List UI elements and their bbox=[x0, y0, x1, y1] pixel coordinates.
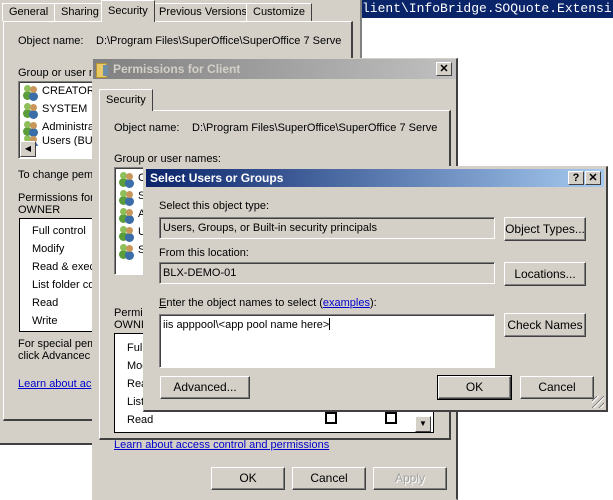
users-icon bbox=[23, 120, 39, 134]
learn-access-control-link[interactable]: Learn about ac bbox=[18, 378, 91, 390]
tab-security[interactable]: Security bbox=[101, 0, 155, 22]
user-name: Administra bbox=[42, 121, 94, 133]
deny-read-checkbox[interactable] bbox=[385, 412, 397, 424]
object-name-label: Object name: bbox=[114, 122, 180, 134]
advanced-button[interactable]: Advanced... bbox=[160, 376, 250, 399]
enter-names-label: Enter the object names to select (exampl… bbox=[159, 297, 377, 309]
object-name-value: D:\Program Files\SuperOffice\SuperOffice… bbox=[96, 35, 342, 47]
tab-customize[interactable]: Customize bbox=[246, 3, 312, 21]
close-button[interactable]: ✕ bbox=[436, 62, 452, 76]
permissions-for-label: Permissions for bbox=[18, 192, 94, 204]
apply-button: Apply bbox=[373, 467, 447, 490]
resize-grip[interactable] bbox=[592, 396, 604, 408]
tab-sharing[interactable]: Sharing bbox=[54, 3, 106, 21]
users-icon bbox=[119, 243, 135, 257]
permission-row: Read & exec bbox=[32, 261, 95, 273]
permission-row: List folder co bbox=[32, 279, 95, 291]
dialog-title: Select Users or Groups bbox=[150, 171, 284, 185]
scroll-down-button[interactable]: ▼ bbox=[415, 416, 431, 432]
tab-general[interactable]: General bbox=[2, 3, 56, 21]
enter-names-label-end: ): bbox=[369, 297, 377, 309]
location-field: BLX-DEMO-01 bbox=[159, 262, 495, 284]
object-type-field: Users, Groups, or Built-in security prin… bbox=[159, 217, 495, 239]
window-title: Permissions for Client bbox=[113, 62, 241, 76]
tab-security[interactable]: Security bbox=[99, 89, 153, 111]
users-icon bbox=[119, 171, 135, 185]
object-names-input[interactable]: iis apppool\<app pool name here> bbox=[159, 314, 495, 368]
console-output-line: lient\InfoBridge.SOQuote.Extensi bbox=[362, 0, 613, 18]
users-icon bbox=[119, 225, 135, 239]
special-permissions-text-line2: click Advancec bbox=[18, 350, 91, 362]
user-name: CREATOR bbox=[42, 85, 95, 97]
tab-previous-versions[interactable]: Previous Versions bbox=[152, 3, 255, 21]
cancel-button[interactable]: Cancel bbox=[520, 376, 594, 399]
users-icon bbox=[23, 102, 39, 116]
user-name: SYSTEM bbox=[42, 103, 88, 115]
special-permissions-text-line1: For special pem bbox=[18, 338, 97, 350]
allow-read-checkbox[interactable] bbox=[325, 412, 337, 424]
ok-button[interactable]: OK bbox=[211, 467, 285, 490]
users-icon bbox=[119, 189, 135, 203]
permissions-titlebar[interactable]: Permissions for Client ✕ bbox=[93, 59, 456, 79]
users-icon bbox=[23, 84, 39, 98]
permissions-for-owner: OWNER bbox=[18, 204, 61, 216]
text-caret bbox=[329, 318, 331, 330]
folder-icon bbox=[96, 62, 110, 78]
object-names-value: iis apppool\<app pool name here> bbox=[163, 319, 330, 331]
object-type-label: Select this object type: bbox=[159, 200, 270, 212]
object-types-button[interactable]: Object Types... bbox=[504, 217, 586, 241]
permission-row: Full control bbox=[32, 225, 86, 237]
enter-names-label-text: nter the object names to select ( bbox=[166, 297, 323, 309]
locations-button[interactable]: Locations... bbox=[504, 262, 586, 286]
permission-row: Read bbox=[32, 297, 59, 309]
change-permissions-text: To change pem bbox=[18, 169, 94, 181]
object-name-value: D:\Program Files\SuperOffice\SuperOffice… bbox=[192, 122, 438, 134]
object-name-label: Object name: bbox=[18, 35, 84, 47]
ok-button[interactable]: OK bbox=[437, 375, 512, 400]
examples-link[interactable]: examples bbox=[323, 297, 370, 309]
close-button[interactable]: ✕ bbox=[585, 171, 601, 185]
permission-row: Modify bbox=[32, 243, 65, 255]
group-label: Group or user names: bbox=[114, 153, 221, 165]
scroll-left-button[interactable]: ◀ bbox=[20, 141, 36, 157]
select-dialog-titlebar[interactable]: Select Users or Groups ? ✕ bbox=[146, 169, 604, 187]
permissions-list[interactable]: Full control Modify Read & exec List fol… bbox=[19, 218, 99, 332]
permissions-for-owner: OWNI bbox=[114, 319, 144, 331]
select-users-dialog: Select Users or Groups ? ✕ Select this o… bbox=[143, 166, 608, 412]
help-button[interactable]: ? bbox=[568, 171, 584, 185]
location-label: From this location: bbox=[159, 247, 249, 259]
group-label: Group or user n bbox=[18, 67, 96, 79]
learn-access-control-link[interactable]: Learn about access control and permissio… bbox=[114, 439, 329, 451]
cancel-button[interactable]: Cancel bbox=[292, 467, 366, 490]
users-icon bbox=[119, 207, 135, 221]
permission-row: Write bbox=[32, 315, 58, 327]
check-names-button[interactable]: Check Names bbox=[504, 313, 586, 337]
user-name: Users (BU bbox=[42, 136, 93, 146]
